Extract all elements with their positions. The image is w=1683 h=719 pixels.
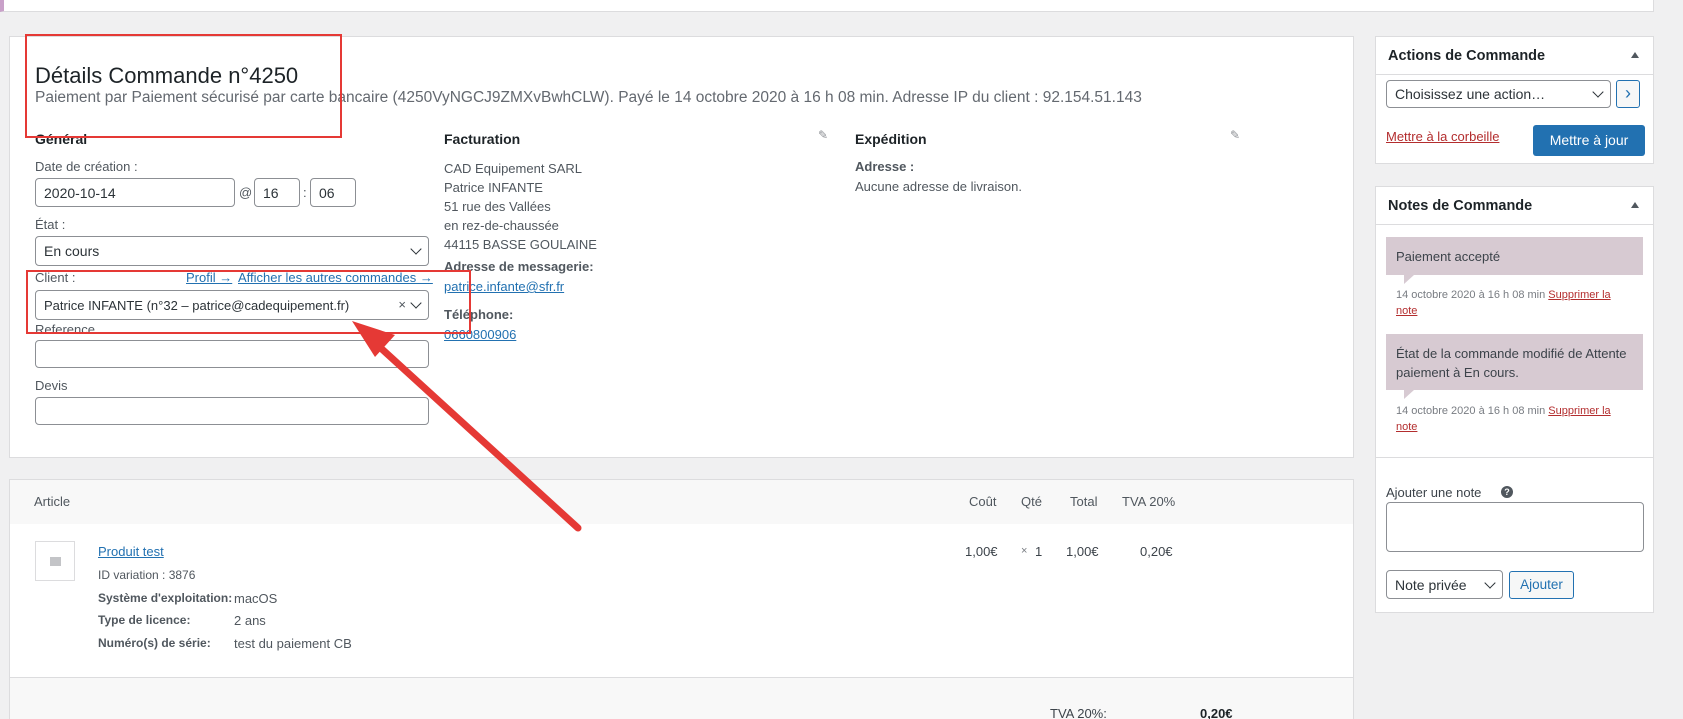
meta-value: test du paiement CB [234, 636, 352, 651]
edit-billing-pencil-icon[interactable]: ✎ [818, 128, 828, 142]
order-notes-title: Notes de Commande [1388, 198, 1533, 214]
admin-notice-bar [0, 0, 1654, 12]
annotation-box-title [25, 34, 342, 138]
qty-times: × [1021, 545, 1028, 557]
delete-note-link[interactable]: Supprimer la [1548, 405, 1610, 417]
item-cost: 1,00€ [965, 544, 998, 559]
annotation-box-client [26, 270, 471, 334]
note-meta: 14 octobre 2020 à 16 h 08 min Supprimer … [1396, 287, 1636, 319]
add-note-label: Ajouter une note [1386, 485, 1482, 500]
delete-note-link[interactable]: note [1396, 421, 1417, 433]
edit-shipping-pencil-icon[interactable]: ✎ [1230, 128, 1240, 142]
state-label: État : [35, 217, 66, 232]
order-note: État de la commande modifié de Attente p… [1386, 334, 1643, 399]
col-total: Total [1070, 494, 1098, 509]
vat-total-label: TVA 20%: [1050, 706, 1107, 719]
note-text: Paiement accepté [1396, 249, 1501, 264]
date-created-label: Date de création : [35, 159, 138, 174]
product-thumbnail-icon [35, 541, 75, 581]
billing-address: CAD Equipement SARL Patrice INFANTE 51 r… [444, 159, 597, 254]
shipping-heading: Expédition [855, 131, 927, 147]
notes-divider [1376, 457, 1653, 458]
order-actions-heading[interactable]: Actions de Commande [1376, 37, 1653, 75]
note-type-value: Note privée [1395, 577, 1467, 593]
chevron-down-icon [1484, 577, 1496, 589]
item-total: 1,00€ [1066, 544, 1099, 559]
items-totals: TVA 20%: 0,20€ [10, 677, 1353, 719]
apply-action-button[interactable]: › [1616, 80, 1640, 108]
order-action-select[interactable]: Choisissez une action… [1386, 80, 1611, 108]
update-order-button[interactable]: Mettre à jour [1533, 125, 1645, 156]
date-created-input[interactable]: 2020-10-14 [35, 178, 235, 207]
col-vat: TVA 20% [1122, 494, 1176, 509]
note-date: 14 octobre 2020 à 16 h 08 min [1396, 405, 1546, 417]
col-qty: Qté [1021, 494, 1042, 509]
add-note-textarea[interactable] [1386, 502, 1644, 552]
help-icon[interactable]: ? [1501, 486, 1513, 498]
order-notes-heading[interactable]: Notes de Commande [1376, 187, 1653, 225]
meta-value: 2 ans [234, 613, 266, 628]
chevron-down-icon [1592, 86, 1604, 98]
vat-total-value: 0,20€ [1200, 706, 1233, 719]
trash-link[interactable]: Mettre à la corbeille [1386, 129, 1499, 144]
col-article: Article [34, 494, 71, 509]
hour-input[interactable]: 16 [254, 178, 300, 207]
note-text: État de la commande modifié de Attente p… [1396, 346, 1627, 380]
product-name-link[interactable]: Produit test [98, 544, 164, 559]
shipping-address-label: Adresse : [855, 159, 915, 174]
meta-key: Numéro(s) de série: [98, 636, 211, 650]
order-action-value: Choisissez une action… [1395, 86, 1546, 102]
at-sign: @ [239, 185, 253, 200]
reference-input[interactable] [35, 340, 429, 368]
note-meta: 14 octobre 2020 à 16 h 08 min Supprimer … [1396, 403, 1636, 435]
collapse-caret-icon [1631, 52, 1639, 58]
shipping-address-value: Aucune adresse de livraison. [855, 179, 1022, 194]
add-note-button[interactable]: Ajouter [1509, 571, 1574, 599]
order-actions-title: Actions de Commande [1388, 48, 1546, 64]
variation-id: ID variation : 3876 [98, 568, 196, 582]
billing-line: 51 rue des Vallées [444, 199, 551, 214]
collapse-caret-icon [1631, 202, 1639, 208]
order-items-panel: Article Coût Qté Total TVA 20% Produit t… [9, 479, 1354, 719]
billing-heading: Facturation [444, 131, 521, 147]
note-date: 14 octobre 2020 à 16 h 08 min [1396, 289, 1546, 301]
meta-key: Système d'exploitation: [98, 591, 233, 605]
billing-line: en rez-de-chaussée [444, 218, 559, 233]
delete-note-link[interactable]: note [1396, 305, 1417, 317]
time-colon: : [303, 185, 307, 200]
meta-key: Type de licence: [98, 613, 191, 627]
order-status-value: En cours [44, 243, 100, 259]
devis-input[interactable] [35, 397, 429, 425]
minute-input[interactable]: 06 [310, 178, 356, 207]
billing-line: Patrice INFANTE [444, 180, 543, 195]
order-actions-box: Actions de Commande Choisissez une actio… [1375, 36, 1654, 164]
chevron-down-icon [410, 243, 422, 255]
items-table-header: Article Coût Qté Total TVA 20% [10, 480, 1353, 524]
order-notes-box: Notes de Commande Paiement accepté 14 oc… [1375, 186, 1654, 613]
item-vat: 0,20€ [1140, 544, 1173, 559]
delete-note-link[interactable]: Supprimer la [1548, 289, 1610, 301]
billing-line: 44115 BASSE GOULAINE [444, 237, 597, 252]
devis-label: Devis [35, 378, 68, 393]
order-note: Paiement accepté [1386, 237, 1643, 284]
item-qty: 1 [1035, 544, 1043, 559]
order-status-select[interactable]: En cours [35, 236, 429, 266]
col-cost: Coût [969, 494, 997, 509]
meta-value: macOS [234, 591, 278, 606]
note-type-select[interactable]: Note privée [1386, 570, 1503, 599]
billing-line: CAD Equipement SARL [444, 161, 583, 176]
